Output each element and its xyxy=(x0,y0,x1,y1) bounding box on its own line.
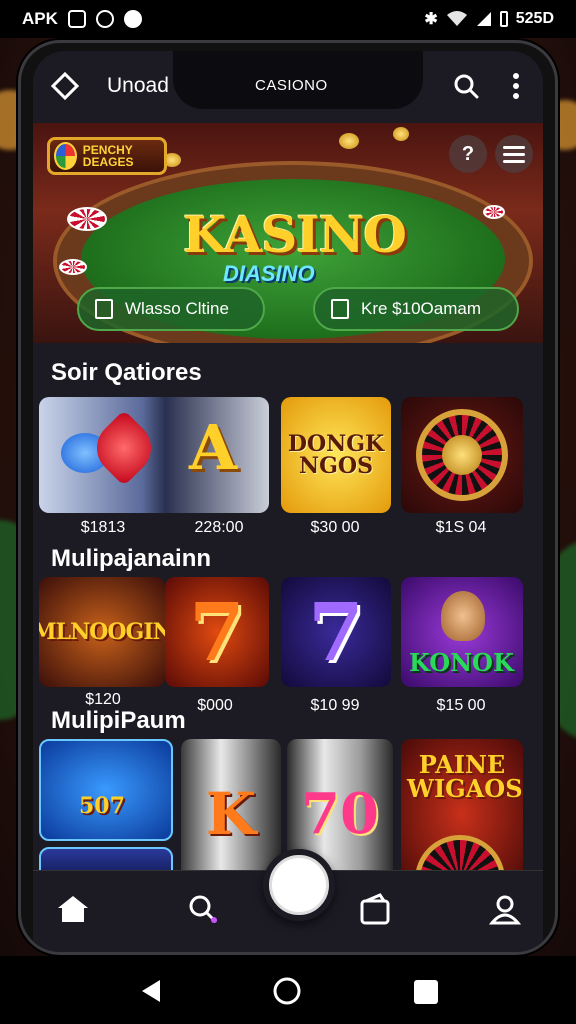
game-tile-seven: 7 xyxy=(308,585,364,679)
poker-chip-icon xyxy=(67,207,107,231)
diamond-logo-icon[interactable] xyxy=(50,71,80,101)
game-tile-roulette[interactable] xyxy=(401,397,523,513)
app-title: Unoad xyxy=(107,74,169,97)
logo-text: PENCHY DEAGES xyxy=(82,143,134,169)
game-tile-seven: 7 xyxy=(189,585,245,679)
banner-subtitle: DIASINO xyxy=(223,261,315,286)
promo-pill-right[interactable]: Kre $10Oamam xyxy=(313,287,519,331)
bluetooth-icon: ✱ xyxy=(424,11,438,28)
center-action-button[interactable] xyxy=(263,849,335,921)
phone-frame: Unoad CASIONO PENCHY DEAGES ? KASINO DIA… xyxy=(18,40,558,955)
game-tile-label: MLNOOGIN xyxy=(39,619,165,645)
game-price: 228:00 xyxy=(194,519,244,536)
calculator-icon xyxy=(331,299,349,319)
battery-icon xyxy=(499,11,508,27)
bottom-navigation xyxy=(33,849,543,952)
recents-icon[interactable] xyxy=(414,980,438,1004)
game-tile-number: 70 xyxy=(301,781,379,847)
game-tile-lucky7-purple[interactable]: 7 xyxy=(281,577,391,687)
status-bar: APK ✱ 525D xyxy=(0,0,576,38)
game-tile-mlnoogin[interactable]: MLNOOGIN xyxy=(39,577,165,687)
game-tile-label: 507 xyxy=(79,793,125,819)
game-tile-letter: A xyxy=(189,411,238,484)
roulette-wheel-icon xyxy=(416,409,508,501)
game-price: $1813 xyxy=(80,519,126,536)
grid-icon xyxy=(95,299,113,319)
game-tile-paine[interactable]: PAINE WIGAOS xyxy=(401,739,523,889)
wifi-icon xyxy=(446,11,467,26)
game-price: $10 99 xyxy=(310,697,360,714)
phone-screen: Unoad CASIONO PENCHY DEAGES ? KASINO DIA… xyxy=(33,51,543,952)
home-system-icon[interactable] xyxy=(272,976,302,1006)
poker-chip-icon xyxy=(483,205,505,219)
system-navigation-bar xyxy=(0,956,576,1024)
camera-icon xyxy=(95,10,114,28)
help-button[interactable]: ? xyxy=(449,135,487,173)
wheel-icon xyxy=(54,142,77,170)
game-price: $30 00 xyxy=(310,519,360,536)
casino-logo-badge: PENCHY DEAGES xyxy=(47,137,167,175)
poker-chip-icon xyxy=(59,259,87,275)
section-title: Soir Qatiores xyxy=(51,359,202,386)
game-tile-konok[interactable]: KONOK xyxy=(401,577,523,687)
game-tile-donek[interactable]: DONGK NGOS xyxy=(281,397,391,513)
menu-button[interactable] xyxy=(495,135,533,173)
banner-title: KASINO xyxy=(183,205,407,264)
hero-banner[interactable]: PENCHY DEAGES ? KASINO DIASINO Wlasso Cl… xyxy=(33,123,543,343)
game-tile-label: DONGK NGOS xyxy=(287,431,385,479)
gold-coin-icon xyxy=(393,127,409,141)
home-icon[interactable] xyxy=(53,889,93,929)
gallery-icon xyxy=(67,10,86,28)
promo-pill-label: Wlasso Cltine xyxy=(125,299,229,318)
carrier-label: APK xyxy=(22,9,58,28)
search-nav-icon[interactable] xyxy=(183,889,223,929)
wallet-icon[interactable] xyxy=(355,889,395,929)
brand-label: CASIONO xyxy=(255,77,328,94)
character-avatar xyxy=(441,591,485,641)
game-tile-lucky7-red[interactable]: 7 xyxy=(165,577,269,687)
gold-coin-icon xyxy=(339,133,359,149)
game-price: $1S 04 xyxy=(435,519,487,536)
notification-icon xyxy=(123,10,142,28)
game-tile-label: PAINE WIGAOS xyxy=(407,750,523,803)
profile-icon[interactable] xyxy=(485,889,525,929)
game-tile-label: KONOK xyxy=(409,648,514,677)
promo-pill-label: Kre $10Oamam xyxy=(361,299,481,318)
game-price: $000 xyxy=(197,697,233,714)
promo-pill-left[interactable]: Wlasso Cltine xyxy=(77,287,265,331)
app-root: APK ✱ 525D Unoad CASIONO PENCHY DEAGES ?… xyxy=(0,0,576,1024)
section-title: MulipiPaum xyxy=(51,707,186,734)
red-heart-icon xyxy=(85,409,163,487)
game-price: $15 00 xyxy=(436,697,486,714)
game-tile-family[interactable]: 507 xyxy=(39,739,173,841)
game-tile-slot-k[interactable]: K xyxy=(181,739,281,889)
section-title: Mulipajanainn xyxy=(51,545,212,572)
game-tile-letter: K xyxy=(205,780,257,848)
signal-icon xyxy=(476,12,491,26)
game-tile-hearts[interactable]: A xyxy=(39,397,269,513)
back-icon[interactable] xyxy=(138,978,164,1004)
clock-label: 525D xyxy=(515,10,554,27)
